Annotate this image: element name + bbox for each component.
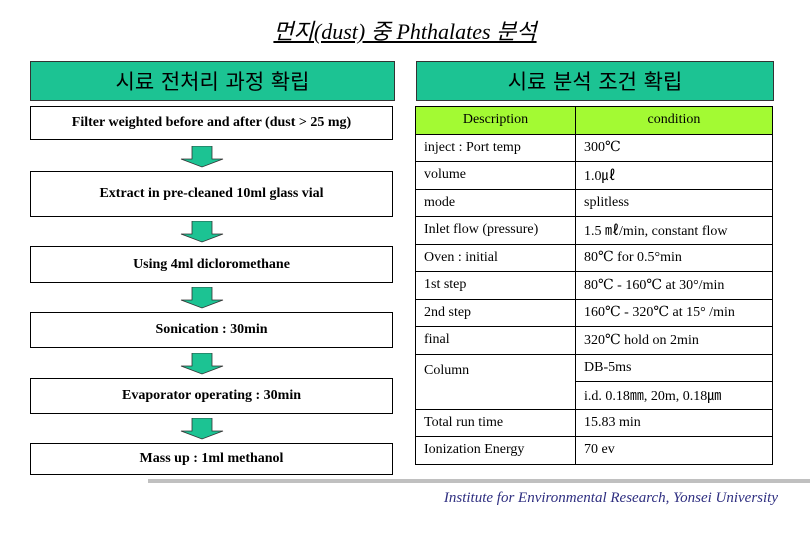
cell-description: final [415, 326, 576, 355]
table-row: Inlet flow (pressure) 1.5 ㎖/min, constant… [415, 216, 773, 245]
cell-condition: 320℃ hold on 2min [575, 326, 773, 355]
down-arrow-icon [180, 353, 224, 375]
down-arrow-icon [180, 287, 224, 309]
cell-condition: 1.5 ㎖/min, constant flow [575, 216, 773, 245]
step-2-box: Extract in pre-cleaned 10ml glass vial [30, 171, 393, 217]
step-6-box: Mass up : 1ml methanol [30, 443, 393, 475]
table-row: Total run time 15.83 min [415, 408, 773, 437]
cell-description: Column [415, 353, 576, 410]
cell-condition: DB-5ms [575, 353, 773, 382]
cell-condition: 80℃ for 0.5°min [575, 243, 773, 272]
cell-condition: 70 ev [575, 436, 773, 465]
down-arrow-icon [180, 146, 224, 168]
cell-description: Total run time [415, 408, 576, 437]
step-5-box: Evaporator operating : 30min [30, 378, 393, 414]
table-row: Ionization Energy 70 ev [415, 436, 773, 465]
cell-condition: 300℃ [575, 133, 773, 162]
cell-description: Inlet flow (pressure) [415, 216, 576, 245]
step-label: Extract in pre-cleaned 10ml glass vial [99, 186, 324, 201]
step-label: Evaporator operating : 30min [121, 388, 301, 403]
step-label: Using 4ml dicloromethane [133, 256, 290, 272]
cell-condition: splitless [575, 188, 773, 217]
cell-description: volume [415, 161, 576, 190]
cell-description: Oven : initial [415, 243, 576, 272]
header-condition: condition [575, 106, 773, 135]
pretreatment-heading: 시료 전처리 과정 확립 [30, 61, 395, 101]
cell-condition: 15.83 min [575, 408, 773, 437]
footer-divider [148, 479, 810, 483]
cell-condition: 160℃ - 320℃ at 15° /min [575, 298, 773, 327]
cell-description: 1st step [415, 271, 576, 300]
table-row: Oven : initial 80℃ for 0.5°min [415, 243, 773, 272]
step-1-box: Filter weighted before and after (dust >… [30, 106, 393, 140]
table-row: volume 1.0㎕ [415, 161, 773, 190]
analysis-heading: 시료 분석 조건 확립 [416, 61, 774, 101]
institution-footer: Institute for Environmental Research, Yo… [443, 490, 778, 506]
cell-condition: 80℃ - 160℃ at 30°/min [575, 271, 773, 300]
cell-condition: 1.0㎕ [575, 161, 773, 190]
table-row: 2nd step 160℃ - 320℃ at 15° /min [415, 298, 773, 327]
table-header-row: Description condition [415, 106, 773, 135]
cell-description: 2nd step [415, 298, 576, 327]
down-arrow-icon [180, 418, 224, 440]
page-title: 먼지(dust) 중 Phthalates 분석 [273, 19, 537, 44]
table-row: final 320℃ hold on 2min [415, 326, 773, 355]
step-label: Mass up : 1ml methanol [139, 451, 284, 466]
cell-description: Ionization Energy [415, 436, 576, 465]
header-description: Description [415, 106, 576, 135]
step-label: Filter weighted before and after (dust >… [71, 115, 352, 130]
table-row: mode splitless [415, 188, 773, 217]
cell-condition: i.d. 0.18㎜, 20m, 0.18㎛ [575, 381, 773, 410]
table-row: 1st step 80℃ - 160℃ at 30°/min [415, 271, 773, 300]
step-3-box: Using 4ml dicloromethane [30, 246, 393, 283]
cell-description: inject : Port temp [415, 133, 576, 162]
down-arrow-icon [180, 221, 224, 243]
analysis-conditions-table: Description condition inject : Port temp… [415, 106, 773, 465]
table-row: inject : Port temp 300℃ [415, 133, 773, 162]
step-4-box: Sonication : 30min [30, 312, 393, 348]
cell-description: mode [415, 188, 576, 217]
step-label: Sonication : 30min [155, 322, 268, 337]
table-row: Column DB-5ms [415, 353, 773, 410]
